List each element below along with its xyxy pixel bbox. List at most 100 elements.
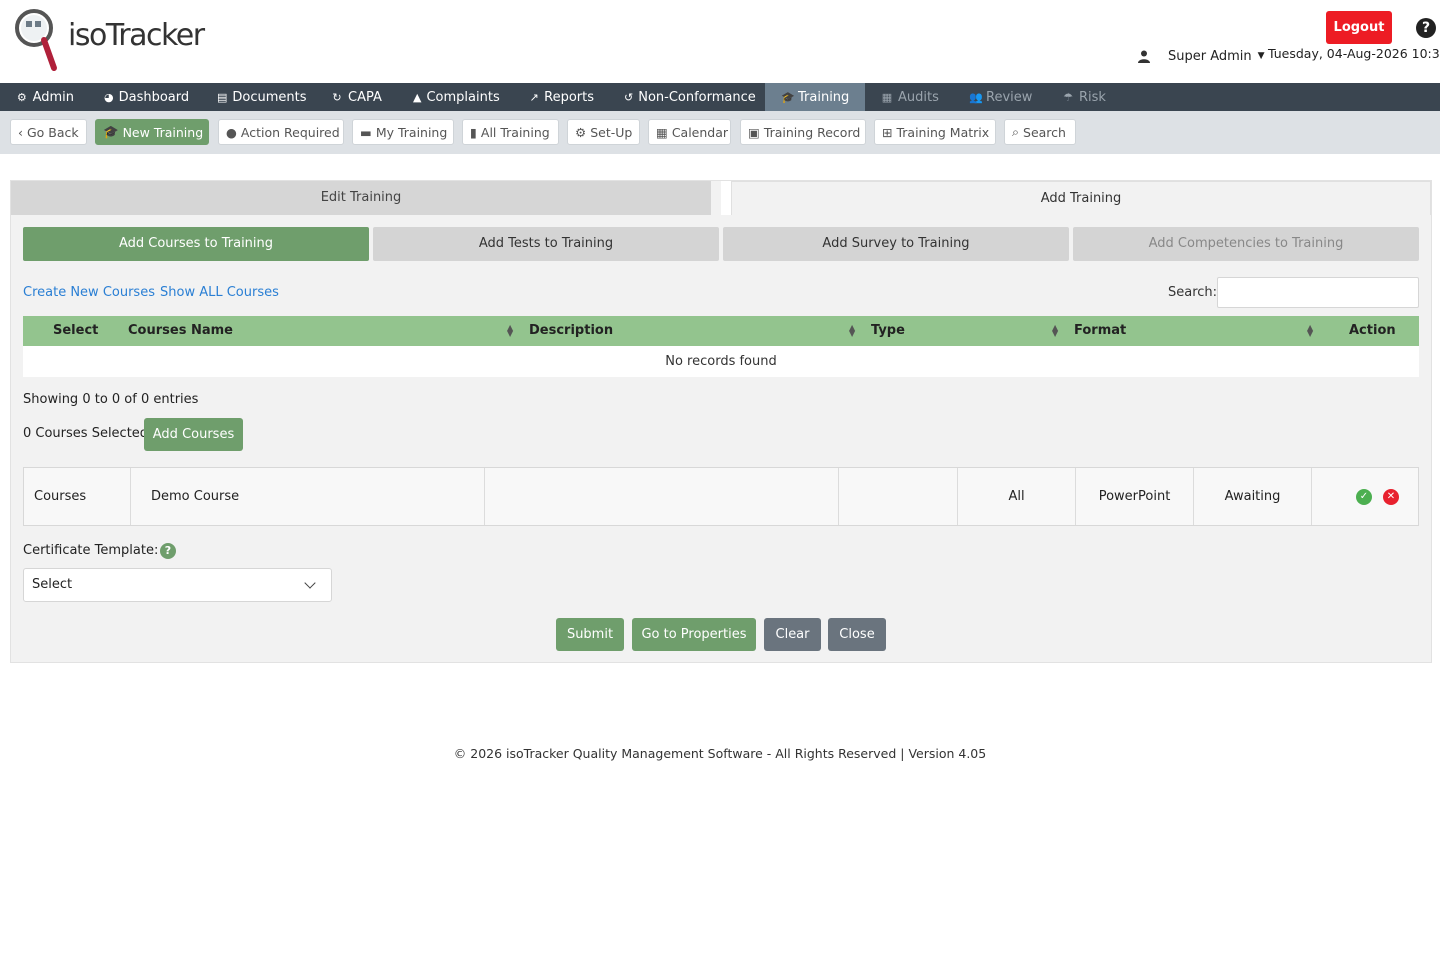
button-label: New Training [122,124,204,140]
nav-reports[interactable]: ↗ Reports [513,83,608,111]
nav-capa[interactable]: ↻ CAPA [315,83,397,111]
sort-icon[interactable]: ▲ ▼ [1052,324,1058,338]
button-label: My Training [375,124,448,140]
subtab-add-courses[interactable]: Add Courses to Training [23,227,369,261]
clear-button[interactable]: Clear [764,618,821,651]
create-new-courses-link[interactable]: Create New Courses [23,285,155,300]
magnifier-logo-icon [15,9,57,71]
column-header-description[interactable]: Description [529,316,613,346]
history-icon: ↺ [624,90,634,104]
select-value: Select [32,577,73,592]
help-icon: ? [1416,18,1436,38]
calendar-button[interactable]: ▦ Calendar [648,119,731,145]
umbrella-icon: ☂ [1063,90,1073,104]
app-header: isoTracker Logout ? Super Admin ▼ Tuesda… [0,0,1440,83]
nav-admin[interactable]: ⚙ Admin [0,83,88,111]
nav-label: Documents [232,89,307,105]
briefcase-icon: ▬ [360,124,372,140]
table-empty-message: No records found [23,346,1419,377]
user-name: Super Admin [1168,48,1252,64]
current-datetime: Tuesday, 04-Aug-2026 10:37 [1268,46,1440,61]
nav-non-conformance[interactable]: ↺ Non-Conformance [608,83,765,111]
show-all-courses-link[interactable]: Show ALL Courses [160,285,279,300]
courses-table-header: Select Courses Name ▲ ▼ Description ▲ ▼ Ty… [23,316,1419,346]
tab-add-training[interactable]: Add Training [731,181,1431,215]
audit-icon: ▦ [881,90,893,104]
check-circle-icon[interactable]: ✓ [1356,489,1372,505]
button-label: All Training [480,124,550,140]
nav-audits[interactable]: ▦ Audits [865,83,953,111]
logout-button[interactable]: Logout [1326,11,1392,44]
button-label: Training Matrix [896,124,990,140]
graduation-cap-icon: 🎓 [103,124,119,139]
user-menu[interactable]: Super Admin ▼ [1138,46,1265,66]
training-matrix-button[interactable]: ⊞ Training Matrix [874,119,996,145]
nav-label: Risk [1079,89,1106,105]
search-icon: ⌕ [1012,124,1020,139]
button-label: Go Back [27,124,79,140]
chevron-left-icon: ‹ [18,124,23,140]
course-format: PowerPoint [1076,468,1194,525]
warning-icon: ▲ [413,90,422,104]
all-training-button[interactable]: ▮ All Training [462,119,559,145]
subtab-add-tests[interactable]: Add Tests to Training [373,227,719,261]
sort-icon[interactable]: ▲ ▼ [849,324,855,338]
help-icon[interactable]: ? [160,543,176,559]
selected-course-row: Courses Demo Course All PowerPoint Await… [23,467,1419,526]
certificate-template-select[interactable]: Select [23,568,332,602]
nav-complaints[interactable]: ▲ Complaints [397,83,513,111]
column-header-format[interactable]: Format [1074,316,1126,346]
course-description [485,468,839,525]
my-training-button[interactable]: ▬ My Training [352,119,454,145]
users-icon: 👥 [969,90,983,104]
set-up-button[interactable]: ⚙ Set-Up [567,119,640,145]
go-to-properties-button[interactable]: Go to Properties [632,618,756,651]
add-courses-button[interactable]: Add Courses [144,418,243,451]
training-panel: Edit Training Add Training Add Courses t… [10,180,1432,663]
subtab-add-survey[interactable]: Add Survey to Training [723,227,1069,261]
search-input[interactable] [1217,277,1419,308]
footer-copyright: © 2026 isoTracker Quality Management Sof… [453,746,987,761]
submit-button[interactable]: Submit [556,618,624,651]
button-label: Action Required [240,124,340,140]
subtab-add-competencies[interactable]: Add Competencies to Training [1073,227,1419,261]
nav-label: CAPA [348,89,382,105]
course-row-type-label: Courses [24,468,131,525]
calendar-icon: ▦ [656,124,668,140]
new-training-button[interactable]: 🎓 New Training [95,119,209,145]
nav-dashboard[interactable]: ◕ Dashboard [88,83,201,111]
main-nav: ⚙ Admin ◕ Dashboard ▤ Documents ↻ CAPA ▲… [0,83,1440,111]
logo-text: isoTracker [68,18,205,53]
tab-edit-training[interactable]: Edit Training [11,181,711,215]
go-back-button[interactable]: ‹ Go Back [10,119,87,145]
nav-review[interactable]: 👥 Review [953,83,1046,111]
tab-gap [721,181,731,215]
caret-down-icon: ▼ [1257,51,1265,61]
search-button[interactable]: ⌕ Search [1004,119,1076,145]
button-label: Training Record [763,124,861,140]
sort-icon[interactable]: ▲ ▼ [507,324,513,338]
column-header-action: Action [1349,323,1396,338]
column-header-select[interactable]: Select [53,316,98,346]
nav-training[interactable]: 🎓 Training [765,83,865,111]
course-status: Awaiting [1194,468,1312,525]
column-header-type[interactable]: Type [871,316,905,346]
gear-icon: ⚙ [16,90,27,104]
training-record-button[interactable]: ▣ Training Record [740,119,866,145]
remove-circle-icon[interactable]: ✕ [1383,489,1399,505]
nav-documents[interactable]: ▤ Documents [201,83,315,111]
isotracker-logo[interactable]: isoTracker [14,6,205,74]
nav-label: Complaints [426,89,500,105]
close-button[interactable]: Close [828,618,886,651]
search-label: Search: [1168,285,1218,300]
nav-label: Training [798,89,850,105]
course-extra [839,468,958,525]
files-icon: ▮ [470,124,477,140]
nav-label: Review [986,89,1033,105]
help-button[interactable]: ? [1412,14,1440,42]
action-required-button[interactable]: ● Action Required [218,119,344,145]
nav-risk[interactable]: ☂ Risk [1046,83,1126,111]
line-chart-icon: ↗ [529,90,539,104]
column-header-courses-name[interactable]: Courses Name [128,316,233,346]
sort-icon[interactable]: ▲ ▼ [1307,324,1313,338]
